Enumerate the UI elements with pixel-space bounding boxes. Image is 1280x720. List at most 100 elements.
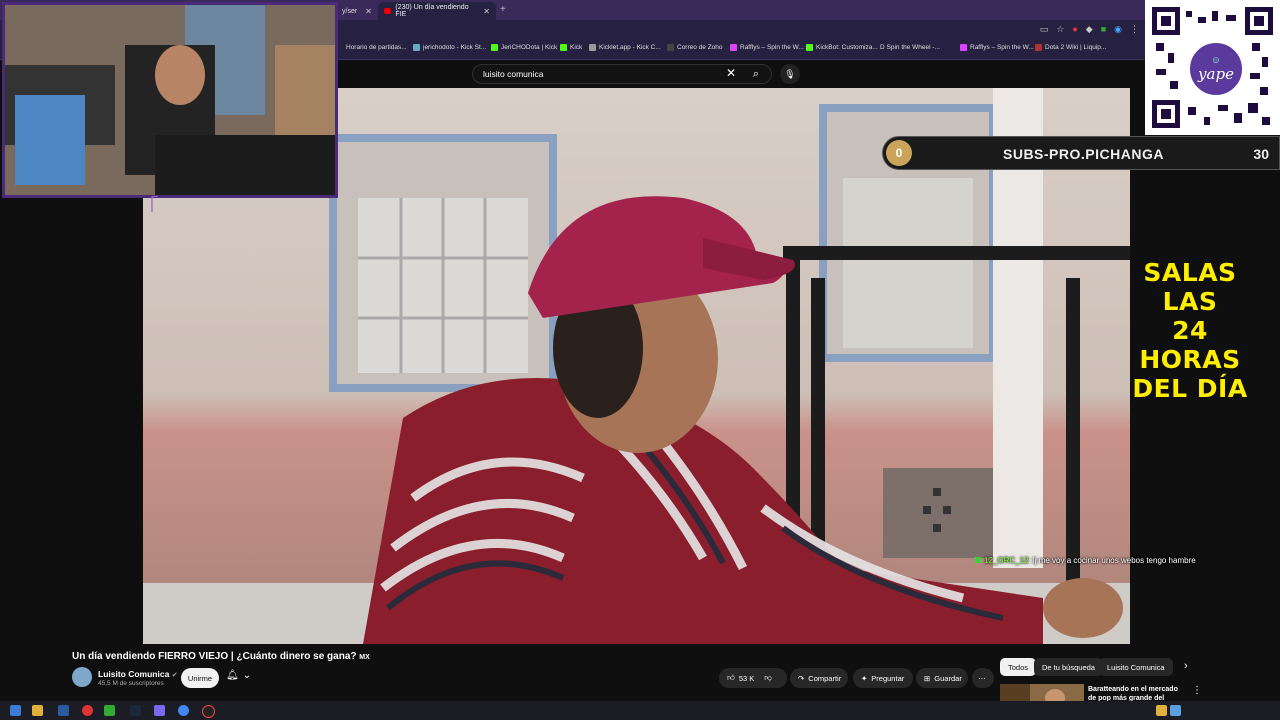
bookmark-item[interactable]: Correo de Zoho [667, 44, 723, 51]
windows-start-icon[interactable] [10, 705, 21, 716]
player-side-area [0, 200, 143, 644]
kick-icon [806, 44, 813, 51]
kick-icon [560, 44, 567, 51]
browser-tab[interactable]: y/ser ✕ [336, 2, 376, 20]
bookmark-label: Dota 2 Wiki | Liquip... [1045, 44, 1107, 51]
channel-name[interactable]: Luisito Comunica ✔ [98, 669, 178, 679]
tray-icon[interactable] [1170, 705, 1181, 716]
join-button[interactable]: Unirme [181, 668, 219, 688]
new-tab-icon[interactable]: + [500, 4, 506, 15]
extension-icon[interactable]: ■ [1101, 24, 1106, 35]
extension-icon[interactable]: ◆ [1086, 24, 1093, 35]
youtube-favicon-icon [384, 8, 392, 14]
file-explorer-icon[interactable] [32, 705, 43, 716]
chip-all[interactable]: Todos [1000, 658, 1037, 676]
bookmark-item[interactable]: D Spin the Wheel -... [880, 44, 940, 51]
bookmark-item[interactable]: Kick [560, 44, 582, 51]
app-icon[interactable] [58, 705, 69, 716]
save-button[interactable]: ⊞ Guardar [916, 668, 968, 688]
steam-icon[interactable] [130, 705, 141, 716]
verified-icon: ✔ [171, 672, 178, 679]
chat-message: 12_ORC_12: lj me voy a cocinar unos webo… [975, 556, 1196, 565]
chevron-right-icon[interactable]: › [1184, 660, 1188, 672]
ask-button[interactable]: ✦ Preguntar [853, 668, 913, 688]
extension-icon[interactable]: ◉ [1114, 24, 1122, 35]
os-taskbar [0, 701, 1280, 720]
like-dislike-group: 👍︎ 53 K 👎︎ [719, 668, 787, 688]
search-icon[interactable]: ⌕ [746, 64, 766, 84]
tab-label: (230) Un día vendiendo FIE [395, 4, 469, 18]
bookmark-item[interactable]: Rafflys – Spin the W... [960, 44, 1034, 51]
like-icon[interactable]: 👍︎ [727, 673, 735, 683]
chat-username: 12_ORC_12 [984, 556, 1029, 565]
promo-line: 24 HORAS [1139, 316, 1241, 374]
more-vertical-icon[interactable]: ⋮ [1192, 685, 1202, 696]
browser-tab-active[interactable]: (230) Un día vendiendo FIE ✕ [378, 2, 496, 20]
chip-channel[interactable]: Luisito Comunica [1099, 658, 1173, 676]
close-tab-icon[interactable]: ✕ [365, 7, 372, 16]
bookmark-label: Rafflys – Spin the W... [740, 44, 804, 51]
chevron-down-icon: ⌄ [242, 670, 252, 681]
subscriber-count: 45,5 M de suscriptores [98, 680, 164, 687]
chip-from-search[interactable]: De tu búsqueda [1034, 658, 1103, 676]
bookmark-favicon-icon [667, 44, 674, 51]
bookmark-label: Correo de Zoho [677, 44, 723, 51]
promo-text: SALAS LAS 24 HORAS DEL DÍA [1130, 258, 1250, 403]
bookmark-item[interactable]: jerichodoto - Kick St... [413, 44, 486, 51]
more-actions-button[interactable]: ⋯ [972, 668, 994, 688]
dislike-icon[interactable]: 👎︎ [764, 673, 772, 683]
bookmark-label: D Spin the Wheel -... [880, 44, 940, 51]
notifications-button[interactable]: 🔔︎ ⌄ [226, 670, 251, 681]
webcam-image [5, 5, 335, 195]
channel-avatar[interactable] [72, 667, 92, 687]
like-count[interactable]: 53 K [739, 674, 754, 683]
subs-current-count: 0 [886, 140, 912, 166]
bookmark-favicon-icon [730, 44, 737, 51]
video-title: Un día vendiendo FIERRO VIEJO | ¿Cuánto … [72, 651, 370, 662]
donation-qr-code: ☺ yape [1145, 0, 1280, 135]
subs-goal-label: SUBS-PRO.PICHANGA [1003, 146, 1164, 162]
save-icon: ⊞ [924, 673, 931, 683]
more-horizontal-icon: ⋯ [978, 673, 986, 683]
extension-icon[interactable]: ● [1072, 24, 1077, 35]
video-title-text: Un día vendiendo FIERRO VIEJO | ¿Cuánto … [72, 651, 357, 662]
ask-label: Preguntar [871, 673, 905, 683]
share-label: Compartir [808, 673, 842, 683]
promo-line: DEL DÍA [1132, 374, 1248, 403]
share-button[interactable]: ↷ Compartir [790, 668, 848, 688]
star-icon[interactable]: ☆ [1056, 24, 1064, 35]
cast-icon[interactable]: ▭ [1040, 24, 1049, 35]
app-icon[interactable] [154, 705, 165, 716]
clear-search-icon[interactable]: ✕ [726, 66, 736, 80]
menu-dots-icon[interactable]: ⋮ [1130, 24, 1139, 35]
subs-goal-bar: 0 SUBS-PRO.PICHANGA 30 [882, 136, 1280, 170]
bookmark-label: KickBot: Customiza... [816, 44, 878, 51]
save-label: Guardar [934, 673, 962, 683]
microphone-icon[interactable]: 🎙 [780, 64, 800, 84]
bookmark-label: Rafflys – Spin the W... [970, 44, 1034, 51]
channel-name-text: Luisito Comunica [98, 669, 170, 679]
bookmark-item[interactable]: Dota 2 Wiki | Liquip... [1035, 44, 1106, 51]
bookmark-favicon-icon [1035, 44, 1042, 51]
extension-icons: ▭ ☆ ● ◆ ■ ◉ ⋮ [1040, 24, 1139, 35]
app-icon[interactable] [104, 705, 115, 716]
bookmark-item[interactable]: Horario de partidas... [346, 44, 407, 51]
bookmark-item[interactable]: Kicklet.app - Kick C... [589, 44, 661, 51]
bookmark-item[interactable]: Rafflys – Spin the W... [730, 44, 804, 51]
bookmark-item[interactable]: JeriCHODota | Kick [491, 44, 557, 51]
frame-ornament-icon: ᥬ [150, 196, 155, 216]
chrome-icon[interactable] [178, 705, 189, 716]
opera-icon[interactable] [82, 705, 93, 716]
close-tab-icon[interactable]: ✕ [483, 7, 490, 16]
share-icon: ↷ [798, 673, 805, 683]
obs-icon[interactable] [202, 705, 215, 718]
yape-label: yape [1198, 64, 1234, 83]
subs-goal-target: 30 [1253, 146, 1269, 162]
tab-label: y/ser [342, 7, 358, 15]
tray-icon[interactable] [1156, 705, 1167, 716]
bookmark-item[interactable]: KickBot: Customiza... [806, 44, 878, 51]
bookmark-label: jerichodoto - Kick St... [423, 44, 487, 51]
bookmark-favicon-icon [589, 44, 596, 51]
bookmark-favicon-icon [960, 44, 967, 51]
bell-icon: 🔔︎ [226, 670, 239, 681]
